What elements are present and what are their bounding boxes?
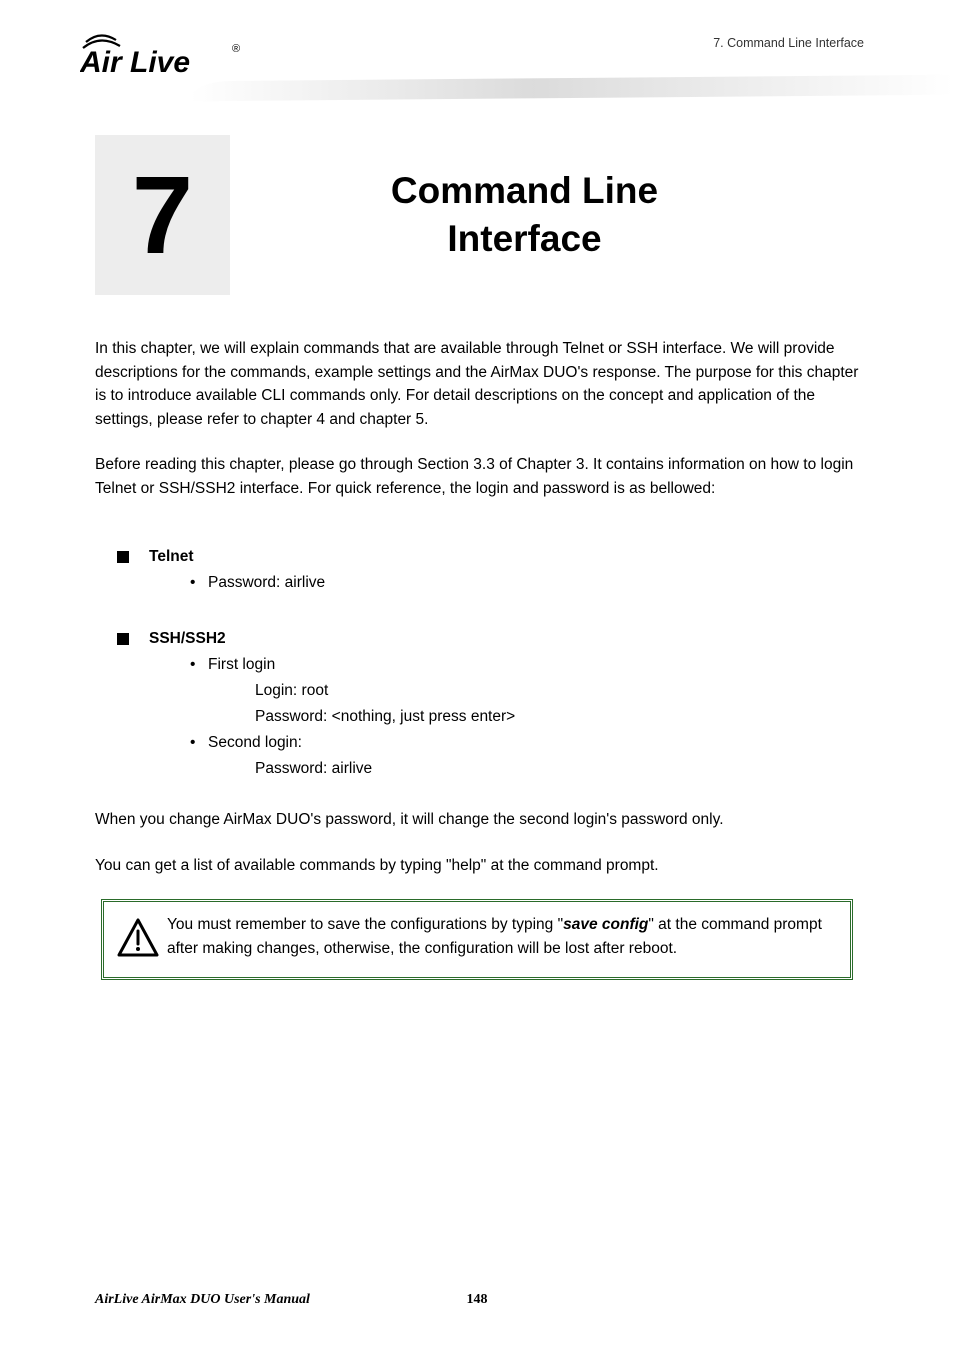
ssh-heading: SSH/SSH2 (117, 630, 859, 648)
warning-text: You must remember to save the configurat… (167, 913, 829, 960)
chapter-heading: Command Line Interface (230, 167, 859, 263)
after-p1: When you change AirMax DUO's password, i… (95, 808, 859, 832)
chapter-number: 7 (95, 135, 230, 295)
square-bullet-icon (117, 633, 129, 645)
square-bullet-icon (117, 551, 129, 563)
ssh-first-login-line: • First login (190, 656, 859, 674)
brand-logo: Air Live ® (80, 28, 250, 85)
logo-svg: Air Live ® (80, 28, 250, 80)
telnet-label: Telnet (149, 548, 194, 566)
svg-text:Air Live: Air Live (80, 46, 190, 79)
ssh-label: SSH/SSH2 (149, 630, 226, 648)
footer-manual-title: AirLive AirMax DUO User's Manual (95, 1292, 310, 1308)
warning-icon (117, 913, 167, 964)
page-content: 7 Command Line Interface In this chapter… (0, 110, 954, 980)
ssh-password-airlive: Password: airlive (255, 760, 859, 778)
chapter-heading-line1: Command Line (391, 170, 658, 211)
ssh-login-root: Login: root (255, 682, 859, 700)
telnet-password-line: • Password: airlive (190, 574, 859, 592)
footer-page-number: 148 (467, 1292, 488, 1308)
ssh-second-login-text: Second login: (208, 734, 302, 752)
telnet-heading: Telnet (117, 548, 859, 566)
warning-callout: You must remember to save the configurat… (101, 899, 853, 980)
intro-paragraph: In this chapter, we will explain command… (95, 337, 859, 431)
bullet-dot-icon: • (190, 574, 208, 592)
page-header: Air Live ® 7. Command Line Interface (0, 0, 954, 110)
after-p2: You can get a list of available commands… (95, 854, 859, 878)
bullet-dot-icon: • (190, 656, 208, 674)
page-footer: AirLive AirMax DUO User's Manual 148 (95, 1292, 859, 1308)
header-swoosh (190, 75, 954, 102)
header-breadcrumb: 7. Command Line Interface (713, 36, 864, 50)
callout-bold: save config (563, 916, 648, 933)
callout-pre: You must remember to save the configurat… (167, 916, 563, 933)
telnet-password-text: Password: airlive (208, 574, 325, 592)
bullet-dot-icon: • (190, 734, 208, 752)
svg-text:®: ® (232, 43, 240, 55)
before-paragraph: Before reading this chapter, please go t… (95, 453, 859, 500)
ssh-password-nothing: Password: <nothing, just press enter> (255, 708, 859, 726)
chapter-heading-line2: Interface (447, 218, 601, 259)
ssh-first-login-text: First login (208, 656, 275, 674)
ssh-second-login-line: • Second login: (190, 734, 859, 752)
chapter-title-block: 7 Command Line Interface (95, 135, 859, 295)
